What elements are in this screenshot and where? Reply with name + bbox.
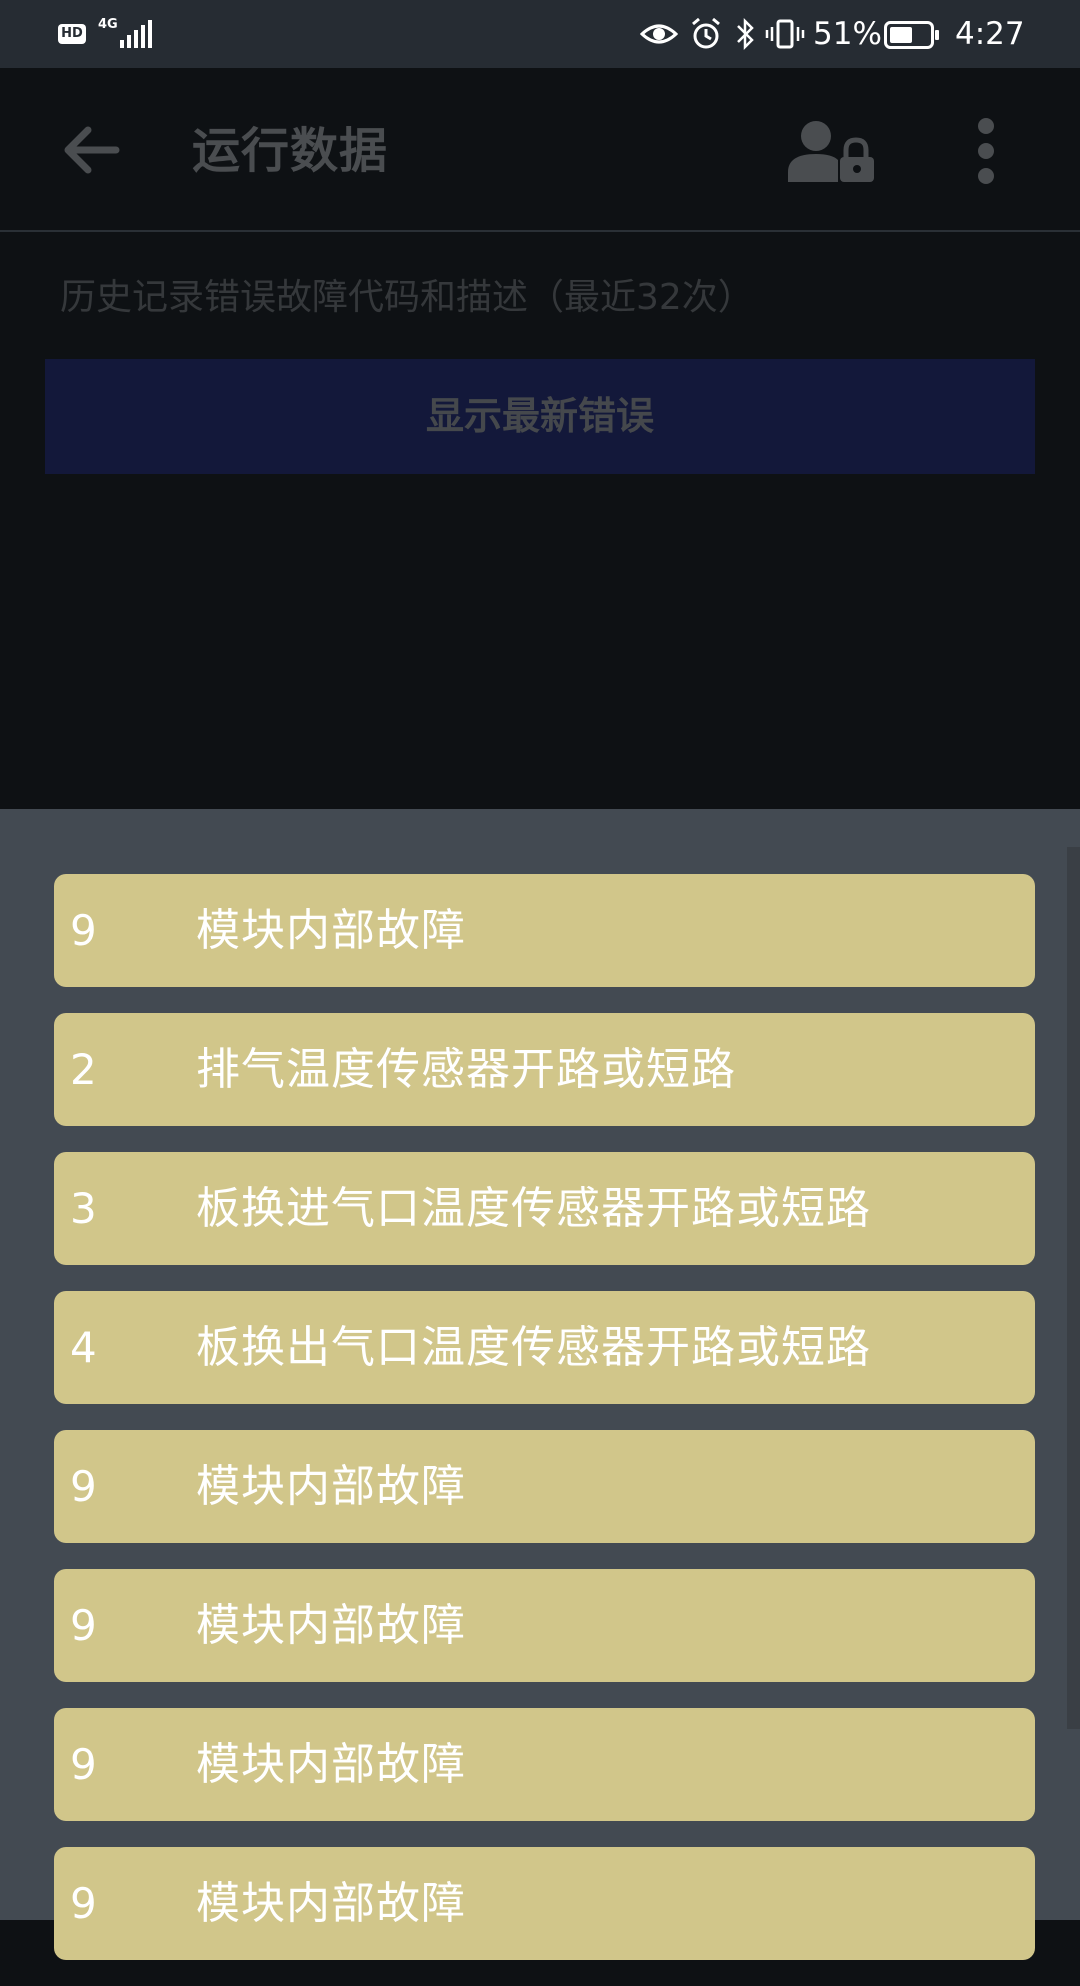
page-title: 运行数据: [192, 123, 389, 179]
more-vert-icon[interactable]: [974, 116, 998, 186]
status-bar: HD 4G 51% 4:27: [0, 0, 1080, 68]
clock: 4:27: [955, 16, 1025, 52]
fault-description: 模块内部故障: [196, 1878, 466, 1929]
network-type-label: 4G: [98, 17, 118, 32]
vibrate-icon: [765, 19, 805, 49]
battery-icon: [884, 21, 939, 49]
fault-list-item[interactable]: 9 模块内部故障: [54, 1430, 1035, 1543]
signal-icon: [120, 20, 152, 48]
fault-description: 模块内部故障: [196, 1739, 466, 1790]
fault-code: 3: [70, 1184, 97, 1233]
fault-description: 板换出气口温度传感器开路或短路: [196, 1322, 871, 1373]
fault-description: 模块内部故障: [196, 1461, 466, 1512]
fault-list-item[interactable]: 9 模块内部故障: [54, 1847, 1035, 1960]
fault-code: 9: [70, 906, 97, 955]
fault-list-item[interactable]: 3 板换进气口温度传感器开路或短路: [54, 1152, 1035, 1265]
history-label: 历史记录错误故障代码和描述（最近32次）: [60, 277, 754, 318]
fault-list-item[interactable]: 9 模块内部故障: [54, 874, 1035, 987]
bottom-sheet: 9 模块内部故障 2 排气温度传感器开路或短路 3 板换进气口温度传感器开路或短…: [0, 809, 1080, 1960]
show-latest-errors-button[interactable]: 显示最新错误: [45, 359, 1035, 474]
fault-list: 9 模块内部故障 2 排气温度传感器开路或短路 3 板换进气口温度传感器开路或短…: [54, 874, 1035, 1986]
fault-code: 9: [70, 1601, 97, 1650]
fault-list-item[interactable]: 4 板换出气口温度传感器开路或短路: [54, 1291, 1035, 1404]
back-arrow-icon[interactable]: [62, 124, 120, 176]
fault-code: 2: [70, 1045, 97, 1094]
fault-code: 9: [70, 1740, 97, 1789]
fault-description: 模块内部故障: [196, 1600, 466, 1651]
fault-code: 4: [70, 1323, 97, 1372]
fault-list-item[interactable]: 9 模块内部故障: [54, 1569, 1035, 1682]
fault-description: 排气温度传感器开路或短路: [196, 1044, 736, 1095]
fault-description: 板换进气口温度传感器开路或短路: [196, 1183, 871, 1234]
bluetooth-icon: [737, 17, 754, 51]
scrollbar[interactable]: [1067, 847, 1080, 1729]
user-lock-icon[interactable]: [788, 120, 874, 182]
fault-description: 模块内部故障: [196, 905, 466, 956]
hd-badge: HD: [58, 24, 86, 44]
app-bar: 运行数据: [0, 68, 1080, 232]
eye-icon: [640, 24, 678, 44]
fault-code: 9: [70, 1462, 97, 1511]
battery-percentage: 51%: [813, 16, 882, 52]
alarm-icon: [692, 17, 720, 49]
fault-list-item[interactable]: 2 排气温度传感器开路或短路: [54, 1013, 1035, 1126]
fault-list-item[interactable]: 9 模块内部故障: [54, 1708, 1035, 1821]
fault-code: 9: [70, 1879, 97, 1928]
